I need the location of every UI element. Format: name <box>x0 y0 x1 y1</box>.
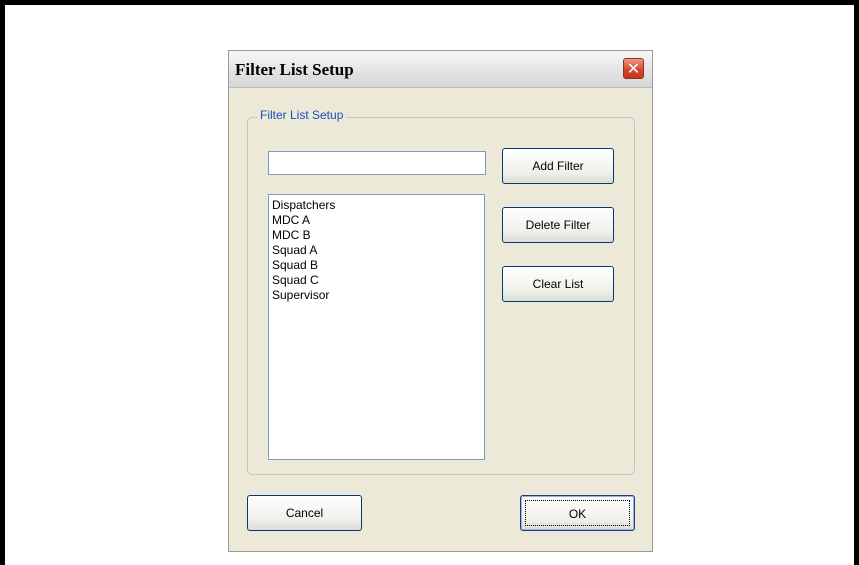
add-filter-button[interactable]: Add Filter <box>502 148 614 184</box>
delete-filter-button[interactable]: Delete Filter <box>502 207 614 243</box>
title-bar[interactable]: Filter List Setup ✕ <box>229 51 652 88</box>
ok-button-label: OK <box>525 500 630 526</box>
list-item[interactable]: MDC A <box>272 213 484 228</box>
groupbox-label: Filter List Setup <box>257 108 347 122</box>
list-item[interactable]: Dispatchers <box>272 198 484 213</box>
list-item[interactable]: Supervisor <box>272 288 484 303</box>
filter-name-input[interactable] <box>268 151 486 175</box>
list-item[interactable]: MDC B <box>272 228 484 243</box>
dialog-title: Filter List Setup <box>235 60 354 79</box>
list-item[interactable]: Squad C <box>272 273 484 288</box>
filter-listbox[interactable]: Dispatchers MDC A MDC B Squad A Squad B … <box>268 194 485 460</box>
ok-button[interactable]: OK <box>520 495 635 531</box>
list-item[interactable]: Squad B <box>272 258 484 273</box>
clear-list-button[interactable]: Clear List <box>502 266 614 302</box>
list-item[interactable]: Squad A <box>272 243 484 258</box>
close-icon[interactable]: ✕ <box>623 58 644 79</box>
cancel-button[interactable]: Cancel <box>247 495 362 531</box>
filter-list-setup-dialog: Filter List Setup ✕ Filter List Setup Di… <box>228 50 653 552</box>
